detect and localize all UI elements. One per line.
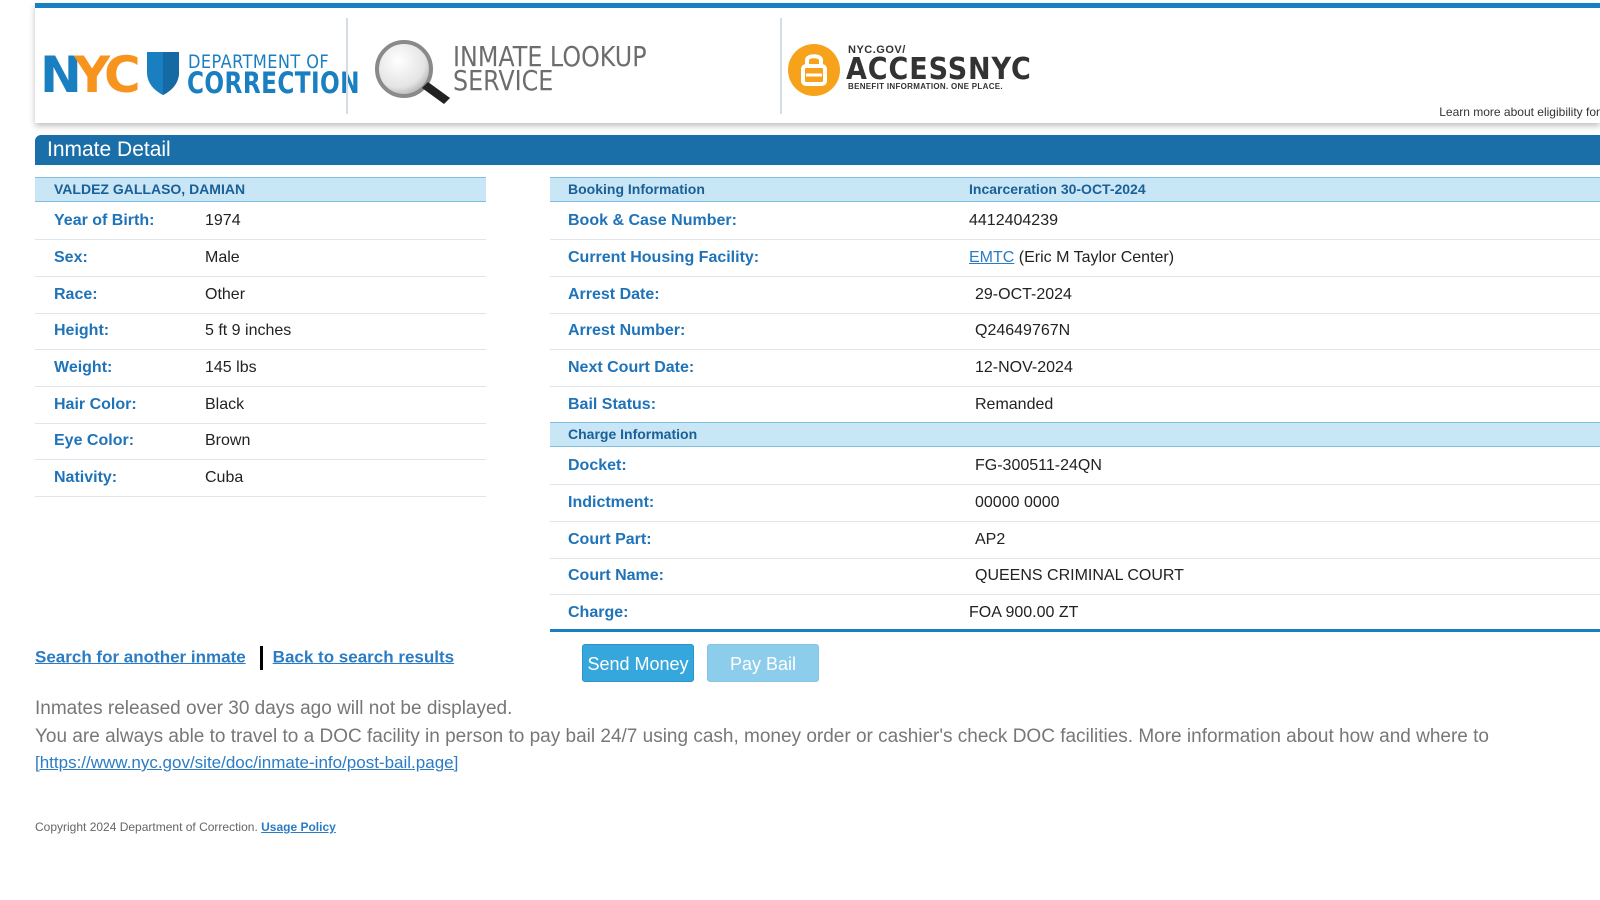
field-value: 12-NOV-2024 [975,359,1073,376]
copyright-text: Copyright 2024 Department of Correction. [35,820,258,834]
charge-row-court-part: Court Part: AP2 [550,522,1600,559]
inmate-row-weight: Weight: 145 lbs [35,350,486,387]
field-value: 00000 0000 [975,494,1060,511]
field-label: Next Court Date: [568,359,695,376]
field-value: 145 lbs [205,359,257,376]
field-value: Black [205,396,245,413]
field-value: Cuba [205,469,244,486]
booking-info-header: Booking Information Incarceration 30-OCT… [550,177,1600,202]
field-label: Docket: [568,457,627,474]
field-label: Weight: [54,359,113,376]
field-label: Nativity: [54,469,118,486]
field-label: Court Name: [568,567,665,584]
doc-name-line2: CORRECTION [187,66,360,100]
booking-row-bail-status: Bail Status: Remanded [550,387,1600,424]
field-value: Q24649767N [975,322,1071,339]
back-to-results-link[interactable]: Back to search results [273,647,454,666]
field-value: Other [205,286,246,303]
field-label: Arrest Number: [568,322,686,339]
site-header: N Y C DEPARTMENT OF CORRECTION INMATE LO… [35,3,1600,123]
inmate-row-race: Race: Other [35,277,486,314]
field-label: Book & Case Number: [568,212,737,229]
inmate-row-eye-color: Eye Color: Brown [35,423,486,460]
release-note: Inmates released over 30 days ago will n… [35,698,513,719]
booking-row-arrest-date: Arrest Date: 29-OCT-2024 [550,277,1600,314]
field-value: FOA 900.00 ZT [969,604,1079,621]
field-value: AP2 [975,531,1006,548]
field-value: 29-OCT-2024 [975,286,1072,303]
post-bail-info-link[interactable]: [https://www.nyc.gov/site/doc/inmate-inf… [35,753,458,773]
incarceration-date: Incarceration 30-OCT-2024 [969,181,1146,197]
inmate-row-hair-color: Hair Color: Black [35,387,486,424]
booking-row-next-court: Next Court Date: 12-NOV-2024 [550,350,1600,387]
charge-row-court-name: Court Name: QUEENS CRIMINAL COURT [550,558,1600,595]
field-label: Charge: [568,604,629,621]
search-links: Search for another inmate Back to search … [35,646,454,670]
inmate-name: VALDEZ GALLASO, DAMIAN [35,177,486,202]
field-label: Indictment: [568,494,655,511]
field-value: FG-300511-24QN [975,457,1102,474]
charge-row-charge: Charge: FOA 900.00 ZT [550,595,1600,632]
booking-row-arrest-number: Arrest Number: Q24649767N [550,313,1600,350]
link-separator [259,646,263,670]
bail-travel-note: You are always able to travel to a DOC f… [35,726,1489,747]
field-value: 1974 [205,212,241,229]
usage-policy-link[interactable]: Usage Policy [261,820,336,834]
field-value: 5 ft 9 inches [205,322,292,339]
field-label: Court Part: [568,531,652,548]
field-label: Hair Color: [54,396,137,413]
inmate-lookup-service-title: INMATE LOOKUP SERVICE [453,40,647,97]
table-bottom-border [550,629,1600,632]
doc-shield-icon [147,52,179,95]
copyright-footer: Copyright 2024 Department of Correction.… [35,820,336,834]
field-value: QUEENS CRIMINAL COURT [975,567,1184,584]
booking-info-heading: Booking Information [568,181,705,197]
header-divider [780,18,782,114]
field-label: Year of Birth: [54,212,155,229]
inmate-row-height: Height: 5 ft 9 inches [35,313,486,350]
accessnyc-tagline: BENEFIT INFORMATION. ONE PLACE. [848,82,1003,91]
facility-name: (Eric M Taylor Center) [1018,249,1175,266]
magnifier-icon [375,40,450,104]
send-money-button[interactable]: Send Money [582,644,694,682]
charge-row-indictment: Indictment: 00000 0000 [550,485,1600,522]
accessnyc-lock-icon[interactable] [787,42,841,98]
nyc-logo[interactable]: N Y C [40,46,140,98]
inmate-row-nativity: Nativity: Cuba [35,460,486,497]
field-value: Remanded [975,396,1054,413]
field-label: Sex: [54,249,88,266]
field-value: EMTC (Eric M Taylor Center) [969,249,1174,267]
page-title: Inmate Detail [35,135,1600,165]
pay-bail-button[interactable]: Pay Bail [707,644,819,682]
inmate-row-sex: Sex: Male [35,240,486,277]
field-label: Height: [54,322,110,339]
booking-row-facility: Current Housing Facility: EMTC (Eric M T… [550,240,1600,277]
search-another-inmate-link[interactable]: Search for another inmate [35,647,246,666]
svg-text:C: C [104,46,138,98]
field-value: 4412404239 [969,212,1058,229]
header-divider [346,18,348,114]
field-label: Current Housing Facility: [568,249,760,266]
svg-text:N: N [40,46,78,98]
facility-link[interactable]: EMTC [969,249,1014,266]
field-label: Bail Status: [568,396,657,413]
field-value: Male [205,249,240,266]
inmate-row-year-of-birth: Year of Birth: 1974 [35,203,486,240]
field-label: Race: [54,286,98,303]
learn-more-link[interactable]: Learn more about eligibility for [1439,105,1600,119]
booking-row-book-case: Book & Case Number: 4412404239 [550,203,1600,240]
charge-row-docket: Docket: FG-300511-24QN [550,448,1600,485]
field-label: Arrest Date: [568,286,660,303]
field-label: Eye Color: [54,432,135,449]
charge-info-heading: Charge Information [550,422,1600,447]
field-value: Brown [205,432,251,449]
